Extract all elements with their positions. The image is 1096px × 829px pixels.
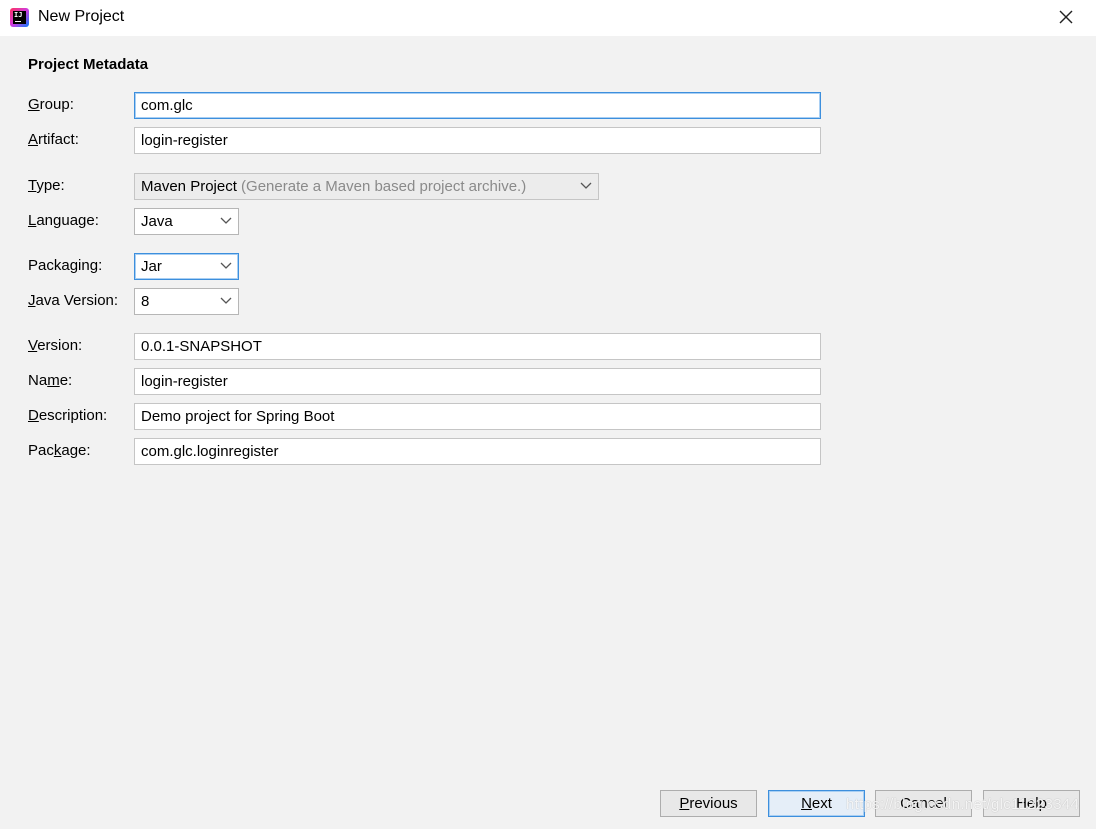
- description-input[interactable]: Demo project for Spring Boot: [134, 403, 821, 430]
- language-select[interactable]: Java: [134, 208, 239, 235]
- package-input[interactable]: com.glc.loginregister: [134, 438, 821, 465]
- title-bar: IJ New Project: [0, 0, 1096, 36]
- chevron-down-icon: [580, 182, 592, 189]
- artifact-input[interactable]: login-register: [134, 127, 821, 154]
- next-button[interactable]: Next: [768, 790, 865, 817]
- name-label: Name:: [28, 372, 73, 389]
- group-label: Group:: [28, 96, 74, 113]
- chevron-down-icon: [220, 217, 232, 224]
- previous-button[interactable]: Previous: [660, 790, 757, 817]
- group-input[interactable]: com.glc: [134, 92, 821, 119]
- type-hint: (Generate a Maven based project archive.…: [241, 178, 527, 195]
- artifact-label: Artifact:: [28, 131, 79, 148]
- type-select[interactable]: Maven Project (Generate a Maven based pr…: [134, 173, 599, 200]
- chevron-down-icon: [220, 297, 232, 304]
- version-label: Version:: [28, 337, 83, 354]
- java-version-select[interactable]: 8: [134, 288, 239, 315]
- help-button[interactable]: Help: [983, 790, 1080, 817]
- type-label: Type:: [28, 177, 65, 194]
- description-label: Description:: [28, 407, 108, 424]
- java-version-label: Java Version:: [28, 292, 119, 309]
- name-input[interactable]: login-register: [134, 368, 821, 395]
- cancel-button[interactable]: Cancel: [875, 790, 972, 817]
- section-title: Project Metadata: [28, 56, 149, 73]
- intellij-idea-icon: IJ: [10, 8, 29, 27]
- package-label: Package:: [28, 442, 91, 459]
- language-label: Language:: [28, 212, 99, 229]
- chevron-down-icon: [220, 262, 232, 269]
- packaging-label: Packaging:: [28, 257, 103, 274]
- packaging-select[interactable]: Jar: [134, 253, 239, 280]
- close-icon[interactable]: [1056, 7, 1076, 27]
- version-input[interactable]: 0.0.1-SNAPSHOT: [134, 333, 821, 360]
- window-title: New Project: [38, 8, 125, 25]
